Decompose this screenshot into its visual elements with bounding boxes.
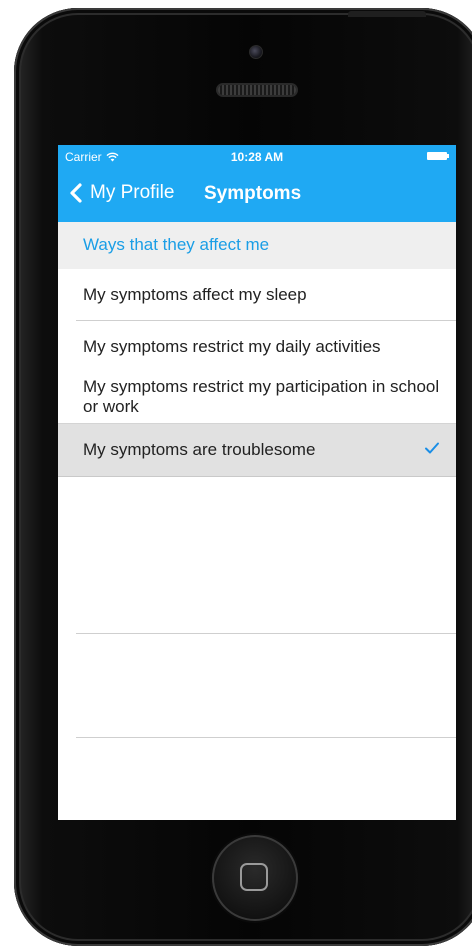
list-item-label: My symptoms are troublesome	[83, 440, 316, 459]
home-square-icon	[240, 863, 268, 891]
list-item-school-or-work[interactable]: My symptoms restrict my participation in…	[58, 361, 456, 423]
section-header: Ways that they affect me	[58, 222, 456, 269]
row-separator	[76, 737, 456, 738]
chevron-left-icon	[70, 183, 82, 203]
page-title: Symptoms	[204, 183, 302, 204]
back-button-label: My Profile	[90, 182, 175, 203]
section-header-label: Ways that they affect me	[83, 235, 270, 254]
list-item-label: My symptoms restrict my participation in…	[83, 377, 440, 416]
checkmark-icon	[425, 442, 439, 454]
power-button	[348, 11, 426, 17]
app-screen: Carrier 10:28 AM My Profile Symptoms Way…	[58, 145, 456, 820]
earpiece-speaker	[216, 83, 298, 97]
device-frame: Carrier 10:28 AM My Profile Symptoms Way…	[0, 0, 472, 950]
back-button[interactable]: My Profile	[66, 181, 174, 205]
front-camera	[249, 45, 263, 59]
row-separator	[58, 476, 456, 477]
status-bar: Carrier 10:28 AM	[58, 145, 456, 167]
battery-icon	[427, 152, 449, 160]
list-item-sleep[interactable]: My symptoms affect my sleep	[58, 269, 456, 320]
row-separator	[76, 633, 456, 634]
list-item-daily-activities[interactable]: My symptoms restrict my daily activities	[58, 321, 456, 361]
list-item-label: My symptoms restrict my daily activities	[83, 337, 381, 356]
home-button[interactable]	[212, 835, 298, 921]
list-item-label: My symptoms affect my sleep	[83, 285, 307, 304]
list-item-troublesome[interactable]: My symptoms are troublesome	[58, 424, 456, 476]
navigation-bar: My Profile Symptoms	[58, 167, 456, 222]
status-time: 10:28 AM	[230, 150, 284, 164]
